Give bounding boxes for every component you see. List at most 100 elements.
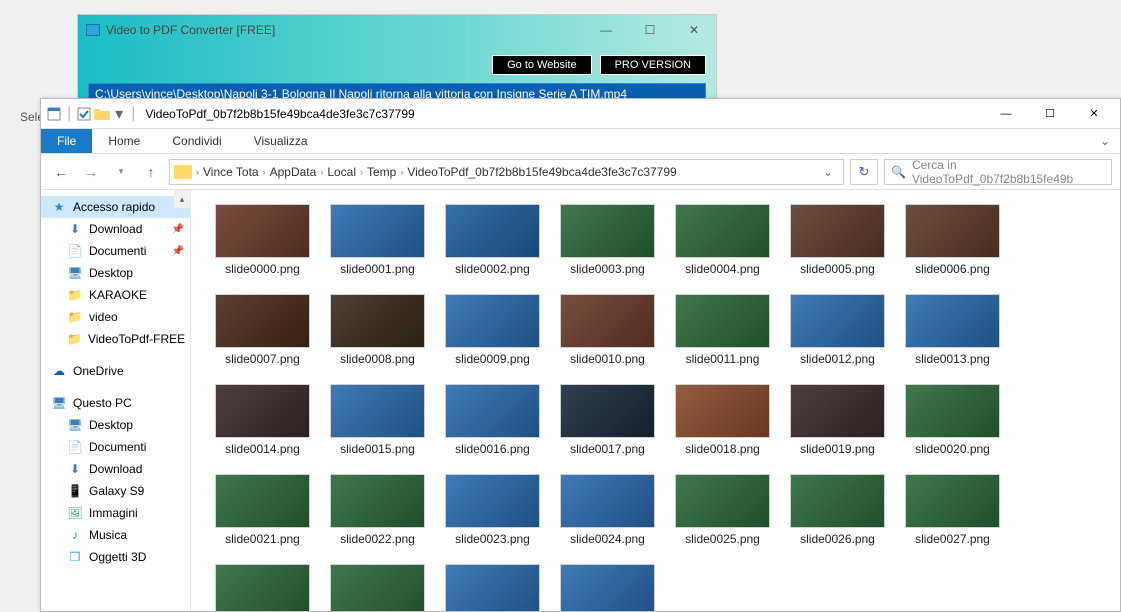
- file-item[interactable]: slide0006.png: [905, 204, 1000, 276]
- maximize-button[interactable]: ☐: [628, 15, 672, 45]
- file-item[interactable]: slide0014.png: [215, 384, 310, 456]
- refresh-button[interactable]: ↻: [850, 159, 878, 185]
- sidebar-item-musica[interactable]: ♪Musica: [41, 524, 190, 546]
- file-name: slide0003.png: [570, 262, 645, 276]
- sidebar-quick-access[interactable]: ★ Accesso rapido: [41, 196, 190, 218]
- thumbnail-image: [215, 474, 310, 528]
- sidebar-item-oggetti 3d[interactable]: ❒Oggetti 3D: [41, 546, 190, 568]
- checkbox-icon[interactable]: [75, 105, 93, 123]
- thumbnail-image: [330, 474, 425, 528]
- up-button[interactable]: ↑: [139, 160, 163, 184]
- file-item[interactable]: slide0020.png: [905, 384, 1000, 456]
- file-item[interactable]: slide0008.png: [330, 294, 425, 366]
- file-item[interactable]: slide0031.png: [560, 564, 655, 611]
- file-item[interactable]: slide0018.png: [675, 384, 770, 456]
- file-item[interactable]: slide0004.png: [675, 204, 770, 276]
- sidebar-onedrive[interactable]: ☁ OneDrive: [41, 360, 190, 382]
- go-to-website-button[interactable]: Go to Website: [492, 55, 592, 75]
- tab-home[interactable]: Home: [92, 129, 156, 153]
- tab-file[interactable]: File: [41, 129, 92, 153]
- file-item[interactable]: slide0009.png: [445, 294, 540, 366]
- sidebar-item-galaxy s9[interactable]: 📱Galaxy S9: [41, 480, 190, 502]
- tab-share[interactable]: Condividi: [156, 129, 237, 153]
- thumbnail-image: [445, 474, 540, 528]
- sidebar-item-desktop[interactable]: 🖥Desktop: [41, 262, 190, 284]
- file-item[interactable]: slide0017.png: [560, 384, 655, 456]
- file-item[interactable]: slide0019.png: [790, 384, 885, 456]
- file-item[interactable]: slide0027.png: [905, 474, 1000, 546]
- properties-icon[interactable]: [45, 105, 63, 123]
- file-name: slide0026.png: [800, 532, 875, 546]
- minimize-button[interactable]: —: [584, 15, 628, 45]
- file-item[interactable]: slide0026.png: [790, 474, 885, 546]
- file-item[interactable]: slide0002.png: [445, 204, 540, 276]
- pro-version-button[interactable]: PRO VERSION: [600, 55, 706, 75]
- file-item[interactable]: slide0024.png: [560, 474, 655, 546]
- thumbnail-image: [790, 384, 885, 438]
- file-name: slide0023.png: [455, 532, 530, 546]
- breadcrumb-item[interactable]: VideoToPdf_0b7f2b8b15fe49bca4de3fe3c7c37…: [407, 165, 676, 179]
- maximize-button[interactable]: ☐: [1028, 100, 1072, 128]
- sidebar-item-documenti[interactable]: 📄Documenti: [41, 436, 190, 458]
- pin-icon: 📌: [172, 246, 184, 257]
- breadcrumb-dropdown[interactable]: ⌄: [817, 165, 839, 179]
- desk-icon: 🖥: [67, 417, 83, 433]
- file-item[interactable]: slide0016.png: [445, 384, 540, 456]
- search-placeholder: Cerca in VideoToPdf_0b7f2b8b15fe49b: [912, 158, 1105, 186]
- file-item[interactable]: slide0013.png: [905, 294, 1000, 366]
- sidebar-item-documenti[interactable]: 📄Documenti📌: [41, 240, 190, 262]
- file-item[interactable]: slide0001.png: [330, 204, 425, 276]
- pin-icon: 📌: [172, 224, 184, 235]
- breadcrumb-item[interactable]: AppData: [270, 165, 317, 179]
- file-name: slide0002.png: [455, 262, 530, 276]
- breadcrumb[interactable]: › Vince Tota › AppData › Local › Temp › …: [169, 159, 844, 185]
- file-name: slide0012.png: [800, 352, 875, 366]
- file-item[interactable]: slide0021.png: [215, 474, 310, 546]
- back-button[interactable]: ←: [49, 160, 73, 184]
- converter-titlebar[interactable]: Video to PDF Converter [FREE] — ☐ ✕: [78, 15, 716, 45]
- file-item[interactable]: slide0011.png: [675, 294, 770, 366]
- file-item[interactable]: slide0015.png: [330, 384, 425, 456]
- file-item[interactable]: slide0007.png: [215, 294, 310, 366]
- file-item[interactable]: slide0010.png: [560, 294, 655, 366]
- sidebar-item-videotopdf-free[interactable]: 📁VideoToPdf-FREE: [41, 328, 190, 350]
- thumbnail-image: [445, 294, 540, 348]
- thumbnail-image: [905, 384, 1000, 438]
- sidebar-item-karaoke[interactable]: 📁KARAOKE: [41, 284, 190, 306]
- tab-view[interactable]: Visualizza: [238, 129, 324, 153]
- file-item[interactable]: slide0029.png: [330, 564, 425, 611]
- file-item[interactable]: slide0023.png: [445, 474, 540, 546]
- file-item[interactable]: slide0005.png: [790, 204, 885, 276]
- thumbnail-image: [905, 204, 1000, 258]
- file-item[interactable]: slide0003.png: [560, 204, 655, 276]
- window-title: VideoToPdf_0b7f2b8b15fe49bca4de3fe3c7c37…: [145, 107, 414, 121]
- file-item[interactable]: slide0012.png: [790, 294, 885, 366]
- file-name: slide0022.png: [340, 532, 415, 546]
- scroll-up-icon[interactable]: ▴: [174, 190, 190, 208]
- file-item[interactable]: slide0025.png: [675, 474, 770, 546]
- close-button[interactable]: ✕: [1072, 100, 1116, 128]
- sidebar-item-download[interactable]: ⬇Download📌: [41, 218, 190, 240]
- sidebar-this-pc[interactable]: 🖥 Questo PC: [41, 392, 190, 414]
- sidebar-item-download[interactable]: ⬇Download: [41, 458, 190, 480]
- file-item[interactable]: slide0022.png: [330, 474, 425, 546]
- minimize-button[interactable]: —: [984, 100, 1028, 128]
- sidebar-item-immagini[interactable]: 🖼Immagini: [41, 502, 190, 524]
- sidebar[interactable]: ▴ ★ Accesso rapido ⬇Download📌📄Documenti📌…: [41, 190, 191, 611]
- recent-dropdown[interactable]: ▾: [109, 160, 133, 184]
- search-input[interactable]: 🔍 Cerca in VideoToPdf_0b7f2b8b15fe49b: [884, 159, 1112, 185]
- file-item[interactable]: slide0028.png: [215, 564, 310, 611]
- file-list[interactable]: slide0000.png slide0001.png slide0002.png s…: [191, 190, 1120, 611]
- star-icon: ★: [51, 199, 67, 215]
- sidebar-item-video[interactable]: 📁video: [41, 306, 190, 328]
- expand-ribbon-button[interactable]: ⌄: [1090, 129, 1120, 153]
- file-item[interactable]: slide0000.png: [215, 204, 310, 276]
- breadcrumb-item[interactable]: Local: [327, 165, 356, 179]
- explorer-titlebar[interactable]: | ▾ | VideoToPdf_0b7f2b8b15fe49bca4de3fe…: [41, 99, 1120, 129]
- breadcrumb-item[interactable]: Vince Tota: [203, 165, 259, 179]
- file-item[interactable]: slide0030.png: [445, 564, 540, 611]
- sidebar-item-desktop[interactable]: 🖥Desktop: [41, 414, 190, 436]
- breadcrumb-item[interactable]: Temp: [367, 165, 396, 179]
- forward-button[interactable]: →: [79, 160, 103, 184]
- close-button[interactable]: ✕: [672, 15, 716, 45]
